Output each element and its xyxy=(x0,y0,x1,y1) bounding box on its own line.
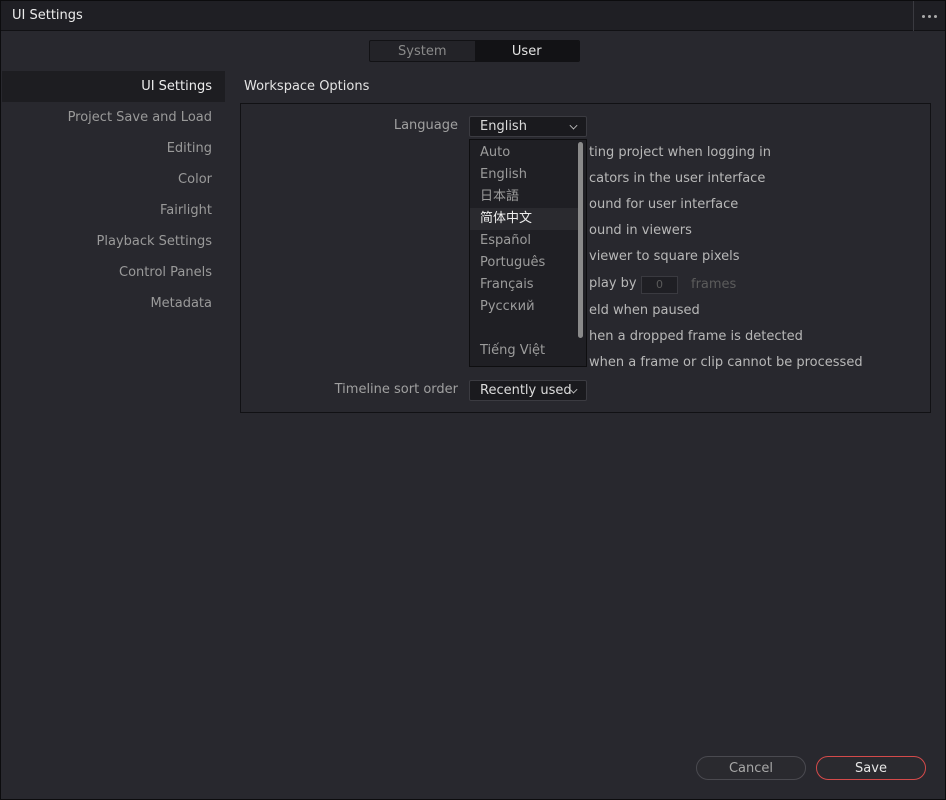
more-dots-icon xyxy=(922,14,925,18)
window-title: UI Settings xyxy=(12,8,83,23)
language-option-japanese[interactable]: 日本語 xyxy=(470,186,578,208)
language-option-portuguese[interactable]: Português xyxy=(470,252,578,274)
language-option-vietnamese[interactable]: Tiếng Việt xyxy=(470,340,578,362)
sidebar-item-control-panels[interactable]: Control Panels xyxy=(2,257,225,288)
language-select-value: English xyxy=(480,119,527,134)
option-text-indicators: cators in the user interface xyxy=(589,171,766,186)
title-bar: UI Settings xyxy=(1,1,945,31)
language-select[interactable]: English xyxy=(469,116,587,137)
language-option-simplified-chinese[interactable]: 简体中文 xyxy=(470,208,578,230)
chevron-down-icon xyxy=(569,121,578,130)
language-option-blank[interactable] xyxy=(470,318,578,340)
sidebar-item-fairlight[interactable]: Fairlight xyxy=(2,195,225,226)
language-label: Language xyxy=(393,118,458,133)
language-dropdown-list: Auto English 日本語 简体中文 Español Português … xyxy=(469,139,587,367)
sidebar-item-project-save-and-load[interactable]: Project Save and Load xyxy=(2,102,225,133)
more-dots-icon xyxy=(934,14,937,18)
timeline-sort-select[interactable]: Recently used xyxy=(469,380,587,401)
sidebar-item-editing[interactable]: Editing xyxy=(2,133,225,164)
delay-frames-input[interactable]: 0 xyxy=(641,276,678,294)
more-options-button[interactable] xyxy=(913,1,945,31)
timeline-sort-label: Timeline sort order xyxy=(334,382,458,397)
language-option-auto[interactable]: Auto xyxy=(470,142,578,164)
settings-scope-tabs: System User xyxy=(369,40,580,62)
language-option-spanish[interactable]: Español xyxy=(470,230,578,252)
language-option-russian[interactable]: Русский xyxy=(470,296,578,318)
section-title: Workspace Options xyxy=(244,79,370,94)
tab-user[interactable]: User xyxy=(474,41,579,61)
language-option-french[interactable]: Français xyxy=(470,274,578,296)
option-text-load-project: ting project when logging in xyxy=(589,145,771,160)
settings-window: UI Settings System User UI Settings Proj… xyxy=(0,0,946,800)
cancel-button[interactable]: Cancel xyxy=(696,756,806,780)
option-text-cannot-process: when a frame or clip cannot be processed xyxy=(589,355,863,370)
option-text-dropped-frame: hen a dropped frame is detected xyxy=(589,329,803,344)
delay-frames-unit: frames xyxy=(691,277,737,292)
more-dots-icon xyxy=(928,14,931,18)
sidebar-item-color[interactable]: Color xyxy=(2,164,225,195)
settings-sidebar: UI Settings Project Save and Load Editin… xyxy=(2,71,225,319)
option-text-delay: play by xyxy=(589,276,637,291)
option-text-viewer-background: ound in viewers xyxy=(589,223,692,238)
option-text-ui-background: ound for user interface xyxy=(589,197,739,212)
option-text-square-pixels: viewer to square pixels xyxy=(589,249,740,264)
dropdown-scrollbar[interactable] xyxy=(578,142,583,338)
sidebar-item-ui-settings[interactable]: UI Settings xyxy=(2,71,225,102)
option-text-field-paused: eld when paused xyxy=(589,303,700,318)
tab-system[interactable]: System xyxy=(370,41,475,61)
sidebar-item-metadata[interactable]: Metadata xyxy=(2,288,225,319)
save-button[interactable]: Save xyxy=(816,756,926,780)
sidebar-item-playback-settings[interactable]: Playback Settings xyxy=(2,226,225,257)
timeline-sort-value: Recently used xyxy=(480,383,572,398)
language-option-english[interactable]: English xyxy=(470,164,578,186)
